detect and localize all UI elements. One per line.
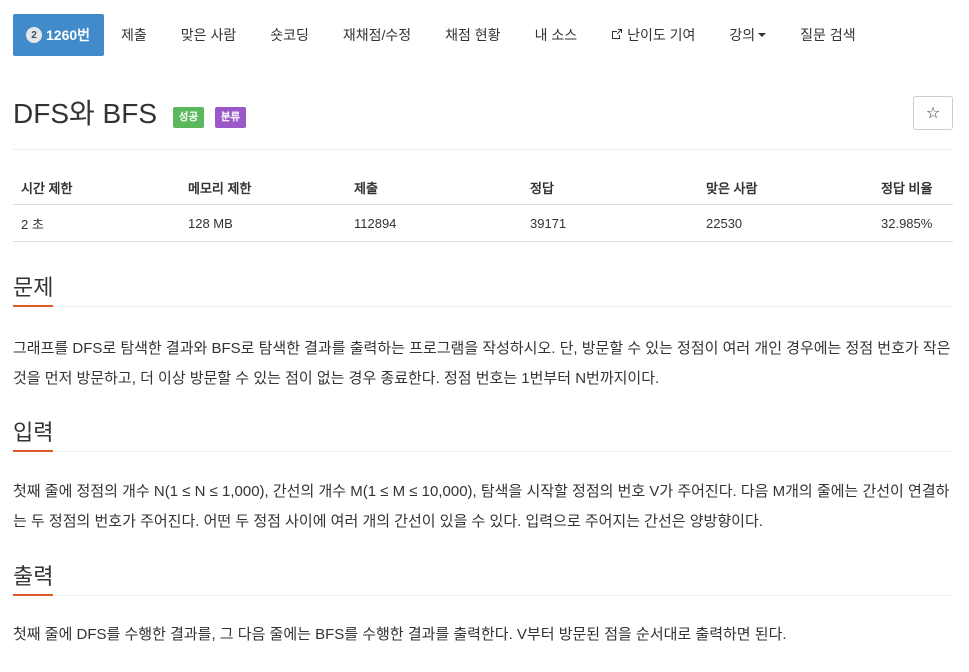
caret-down-icon bbox=[758, 33, 767, 37]
nav-lecture-dropdown[interactable]: 강의 bbox=[712, 14, 783, 56]
input-heading-line bbox=[13, 451, 953, 452]
output-heading-line bbox=[13, 595, 953, 596]
nav-submit[interactable]: 제출 bbox=[104, 14, 164, 56]
nav-solved-users[interactable]: 맞은 사람 bbox=[164, 14, 253, 56]
td-accepted: 39171 bbox=[522, 204, 698, 242]
problem-title: DFS와 BFS 성공 분류 bbox=[13, 98, 247, 131]
td-time-limit: 2 초 bbox=[13, 204, 180, 242]
input-heading: 입력 bbox=[13, 420, 54, 445]
th-submissions: 제출 bbox=[346, 170, 522, 205]
td-memory-limit: 128 MB bbox=[180, 204, 346, 242]
nav-rejudge[interactable]: 재채점/수정 bbox=[326, 14, 428, 56]
problem-heading-accent bbox=[13, 305, 53, 307]
output-heading: 출력 bbox=[13, 564, 54, 589]
output-heading-accent bbox=[13, 594, 53, 596]
external-link-icon bbox=[611, 28, 623, 43]
output-description: 첫째 줄에 DFS를 수행한 결과를, 그 다음 줄에는 BFS를 수행한 결과… bbox=[13, 626, 787, 643]
problem-title-text: DFS와 BFS bbox=[13, 98, 157, 129]
th-time-limit: 시간 제한 bbox=[13, 170, 180, 205]
star-icon: ☆ bbox=[925, 105, 941, 122]
td-solved-users: 22530 bbox=[698, 204, 873, 242]
problem-description: 그래프를 DFS로 탐색한 결과와 BFS로 탐색한 결과를 출력하는 프로그램… bbox=[13, 340, 951, 387]
input-description: 첫째 줄에 정점의 개수 N(1 ≤ N ≤ 1,000), 간선의 개수 M(… bbox=[13, 483, 950, 530]
nav-question-search[interactable]: 질문 검색 bbox=[783, 14, 872, 56]
table-row: 2 초 128 MB 112894 39171 22530 32.985% bbox=[13, 204, 953, 242]
td-accept-ratio: 32.985% bbox=[873, 204, 953, 242]
label-category[interactable]: 분류 bbox=[214, 107, 247, 128]
nav-short-coding[interactable]: 숏코딩 bbox=[253, 14, 326, 56]
td-submissions: 112894 bbox=[346, 204, 522, 242]
favorite-button[interactable]: ☆ bbox=[913, 96, 953, 130]
problem-nav: 2 1260번 제출 맞은 사람 숏코딩 재채점/수정 채점 현황 내 소스 난… bbox=[13, 14, 873, 56]
title-divider bbox=[13, 149, 953, 150]
input-heading-accent bbox=[13, 450, 53, 452]
table-header-row: 시간 제한 메모리 제한 제출 정답 맞은 사람 정답 비율 bbox=[13, 170, 953, 205]
nav-lecture-label: 강의 bbox=[729, 27, 756, 43]
tier-icon: 2 bbox=[26, 27, 42, 43]
problem-info-table: 시간 제한 메모리 제한 제출 정답 맞은 사람 정답 비율 2 초 128 M… bbox=[13, 170, 953, 242]
nav-my-source[interactable]: 내 소스 bbox=[518, 14, 595, 56]
th-solved-users: 맞은 사람 bbox=[698, 170, 873, 205]
nav-problem-number[interactable]: 2 1260번 bbox=[13, 14, 105, 56]
nav-status[interactable]: 채점 현황 bbox=[428, 14, 517, 56]
th-accepted: 정답 bbox=[522, 170, 698, 205]
problem-title-row: DFS와 BFS 성공 분류 ☆ bbox=[13, 96, 953, 134]
nav-difficulty-label: 난이도 기여 bbox=[627, 27, 696, 43]
th-accept-ratio: 정답 비율 bbox=[873, 170, 953, 205]
nav-problem-number-label: 1260번 bbox=[46, 27, 91, 43]
nav-difficulty[interactable]: 난이도 기여 bbox=[594, 14, 712, 56]
label-success[interactable]: 성공 bbox=[172, 107, 205, 128]
th-memory-limit: 메모리 제한 bbox=[180, 170, 346, 205]
problem-heading: 문제 bbox=[13, 275, 54, 300]
problem-heading-line bbox=[13, 306, 953, 307]
